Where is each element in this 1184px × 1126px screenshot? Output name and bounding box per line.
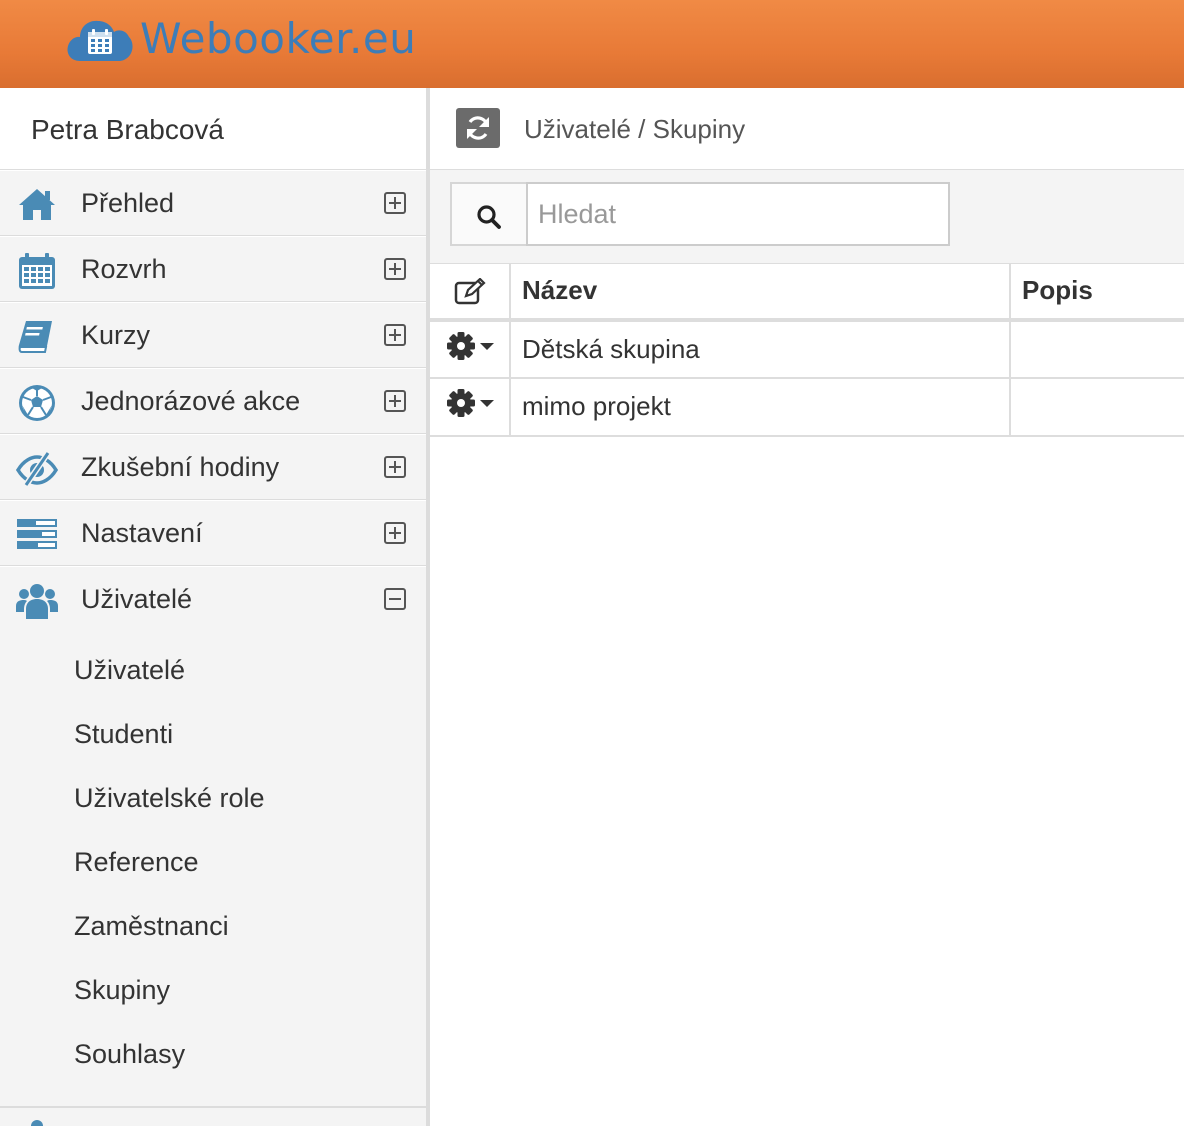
page-header: Uživatelé / Skupiny	[430, 88, 1184, 170]
refresh-button[interactable]	[456, 108, 500, 148]
users-submenu: Uživatelé Studenti Uživatelské role Refe…	[0, 632, 426, 1086]
row-actions-dropdown[interactable]	[446, 388, 494, 418]
users-icon	[16, 584, 58, 619]
submenu-item-uzivatelske-role[interactable]: Uživatelské role	[0, 766, 426, 830]
settings-list-icon	[17, 519, 57, 549]
soccer-ball-icon	[19, 385, 55, 421]
edit-column-header[interactable]	[430, 263, 511, 322]
search-button[interactable]	[450, 182, 526, 246]
column-header-popis[interactable]: Popis	[1010, 263, 1184, 322]
search-icon	[477, 205, 501, 229]
cell-name: Dětská skupina	[510, 319, 1011, 379]
partial-icon	[31, 1120, 43, 1126]
sidebar-item-label: Nastavení	[81, 517, 203, 548]
sidebar-item-rozvrh[interactable]: Rozvrh	[0, 236, 426, 302]
collapse-icon[interactable]	[384, 588, 406, 610]
row-actions[interactable]	[430, 377, 511, 437]
sidebar: Petra Brabcová Přehled Rozvrh Kurzy Jedn…	[0, 88, 426, 1126]
expand-icon[interactable]	[384, 324, 406, 346]
cloud-calendar-icon	[67, 20, 133, 61]
submenu-item-reference[interactable]: Reference	[0, 830, 426, 894]
gear-icon	[446, 331, 475, 360]
sidebar-item-label: Zkušební hodiny	[81, 451, 280, 482]
search-input[interactable]	[526, 182, 950, 246]
sidebar-item-uzivatele[interactable]: Uživatelé	[0, 566, 426, 632]
row-actions[interactable]	[430, 319, 511, 379]
cell-name: mimo projekt	[510, 377, 1011, 437]
sidebar-item-kurzy[interactable]: Kurzy	[0, 302, 426, 368]
submenu-item-uzivatele[interactable]: Uživatelé	[0, 638, 426, 702]
breadcrumb: Uživatelé / Skupiny	[524, 114, 746, 144]
caret-down-icon	[479, 400, 494, 407]
expand-icon[interactable]	[384, 192, 406, 214]
submenu-item-zamestnanci[interactable]: Zaměstnanci	[0, 894, 426, 958]
cell-desc	[1010, 377, 1184, 437]
sidebar-item-label: Uživatelé	[81, 584, 193, 614]
sidebar-item-prehled[interactable]: Přehled	[0, 170, 426, 236]
submenu-item-skupiny[interactable]: Skupiny	[0, 958, 426, 1022]
top-bar: Webooker.eu	[0, 0, 1184, 88]
eye-slash-icon	[16, 451, 58, 487]
main-content: Uživatelé / Skupiny Název Popis	[430, 88, 1184, 1126]
expand-icon[interactable]	[384, 390, 406, 412]
gear-icon	[446, 389, 475, 417]
sidebar-item-label: Kurzy	[81, 319, 151, 350]
user-name[interactable]: Petra Brabcová	[0, 88, 426, 170]
submenu-item-studenti[interactable]: Studenti	[0, 702, 426, 766]
sidebar-item-nastaveni[interactable]: Nastavení	[0, 500, 426, 566]
table-header-row: Název Popis	[430, 263, 1184, 322]
expand-icon[interactable]	[384, 522, 406, 544]
refresh-icon	[467, 116, 489, 140]
sidebar-item-zkusebni-hodiny[interactable]: Zkušební hodiny	[0, 434, 426, 500]
expand-icon[interactable]	[384, 258, 406, 280]
logo[interactable]: Webooker.eu	[66, 14, 416, 63]
caret-down-icon	[479, 342, 494, 350]
logo-text: Webooker.eu	[140, 14, 417, 63]
sidebar-item-label: Rozvrh	[81, 253, 167, 284]
sidebar-item-partial[interactable]	[0, 1106, 426, 1126]
book-icon	[18, 321, 52, 353]
cell-desc	[1010, 319, 1184, 379]
home-icon	[19, 189, 55, 220]
column-header-nazev[interactable]: Název	[510, 263, 1011, 322]
table-row[interactable]: mimo projekt	[430, 377, 1184, 437]
sidebar-item-label: Jednorázové akce	[81, 385, 301, 416]
submenu-item-souhlasy[interactable]: Souhlasy	[0, 1022, 426, 1086]
sidebar-item-label: Přehled	[81, 187, 175, 218]
groups-table: Název Popis Dětská skupina mimo projekt	[430, 263, 1184, 437]
edit-icon	[454, 277, 486, 305]
expand-icon[interactable]	[384, 456, 406, 478]
search-bar	[430, 170, 1184, 264]
row-actions-dropdown[interactable]	[446, 331, 494, 361]
sidebar-item-jednorazove-akce[interactable]: Jednorázové akce	[0, 368, 426, 434]
table-row[interactable]: Dětská skupina	[430, 319, 1184, 379]
calendar-icon	[19, 253, 55, 289]
